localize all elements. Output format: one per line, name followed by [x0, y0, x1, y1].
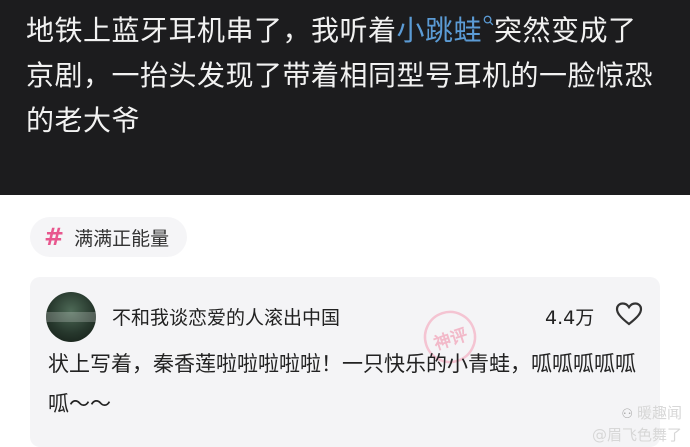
topic-label: 满满正能量 — [74, 227, 170, 250]
post-text-before: 地铁上蓝牙耳机串了，我听着 — [26, 14, 397, 47]
watermark-line2: @眉飞色舞了 — [591, 426, 682, 444]
search-link[interactable]: 小跳蛙 — [397, 14, 483, 47]
like-count: 4.4万 — [545, 307, 595, 329]
watermark-line1: 暖趣闻 — [636, 404, 682, 422]
hashtag-icon: # — [44, 223, 65, 251]
search-icon — [483, 15, 494, 26]
topic-tag[interactable]: # 满满正能量 — [30, 217, 188, 257]
watermark: ⚇ 暖趣闻 @眉飞色舞了 — [592, 403, 682, 445]
post-content: 地铁上蓝牙耳机串了，我听着小跳蛙 突然变成了京剧，一抬头发现了带着相同型号耳机的一… — [0, 0, 690, 195]
heart-icon[interactable] — [615, 301, 643, 327]
wechat-icon: ⚇ — [621, 407, 633, 422]
comment-username[interactable]: 不和我谈恋爱的人滚出中国 — [112, 303, 340, 330]
hot-comment: 不和我谈恋爱的人滚出中国 4.4万 神评 状上写着，秦香莲啦啦啦啦啦！一只快乐的… — [30, 277, 660, 447]
avatar[interactable] — [46, 292, 96, 342]
lower-panel: # 满满正能量 不和我谈恋爱的人滚出中国 4.4万 神评 状上写着，秦香莲啦啦啦… — [0, 195, 690, 447]
comment-text: 状上写着，秦香莲啦啦啦啦啦！一只快乐的小青蛙，呱呱呱呱呱呱～～ — [48, 352, 636, 416]
